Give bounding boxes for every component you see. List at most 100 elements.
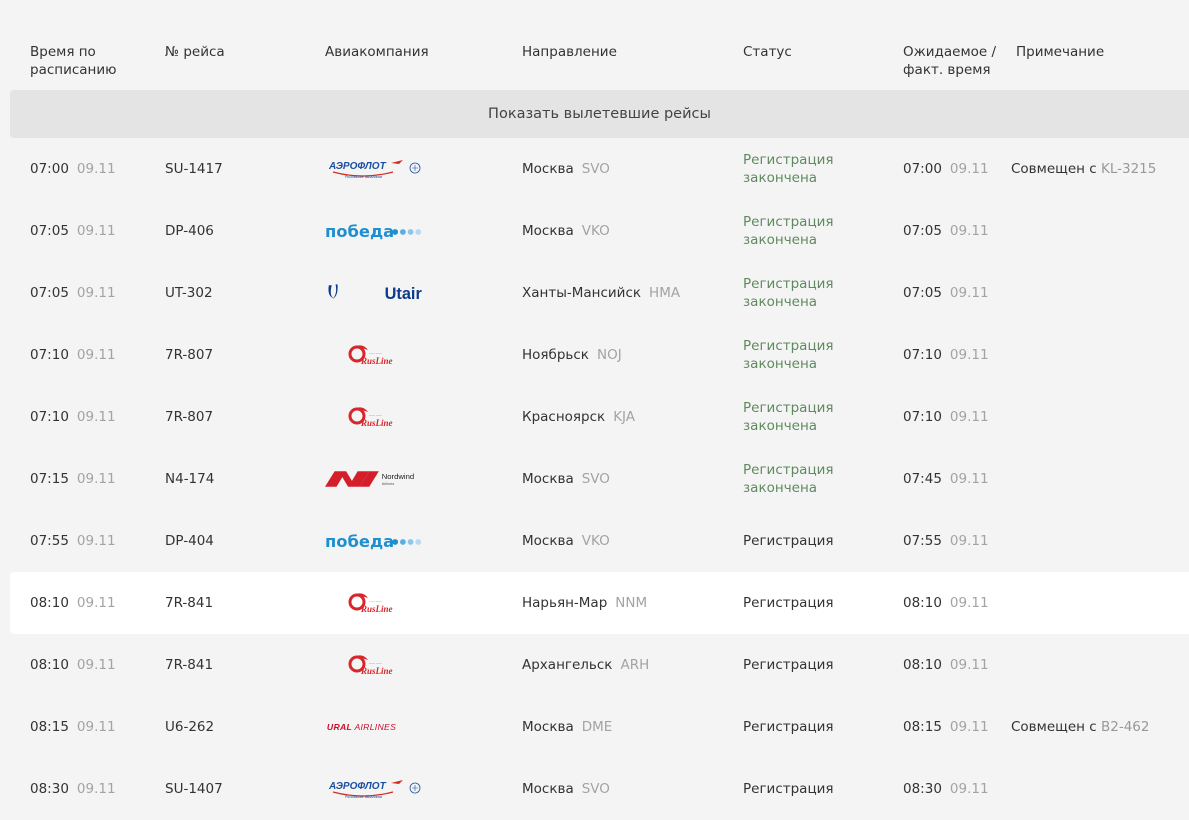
destination-code: NOJ <box>596 347 622 363</box>
flight-number[interactable]: DP-404 <box>165 533 214 549</box>
airline-cell: АЭРОФЛОТ Российские авиалинии <box>325 774 425 804</box>
scheduled-time-value: 07:05 <box>30 223 69 239</box>
destination-code: SVO <box>581 471 610 487</box>
rusline-logo: RusLine —— —— <box>348 593 393 614</box>
flight-note: Совмещен с B2-462 <box>1011 719 1150 735</box>
destination-city: Нарьян-Мар <box>522 595 608 611</box>
flight-number[interactable]: N4-174 <box>165 471 214 487</box>
scheduled-time-value: 08:15 <box>30 719 69 735</box>
flight-number[interactable]: UT-302 <box>165 285 213 301</box>
airline-cell: победа <box>325 216 425 246</box>
flight-row[interactable]: 08:10 09.11 7R-841 RusLine —— —— Нарьян-М… <box>10 572 1189 634</box>
scheduled-date: 09.11 <box>76 595 116 611</box>
destination-city: Москва <box>522 533 574 549</box>
airline-cell: АЭРОФЛОТ Российские авиалинии <box>325 154 425 184</box>
flight-number[interactable]: 7R-807 <box>165 409 213 425</box>
utair-logo: Utair <box>328 284 423 303</box>
airline-logo-slot: RusLine —— —— <box>325 588 425 618</box>
scheduled-date: 09.11 <box>76 781 116 797</box>
destination-code: KJA <box>613 409 636 425</box>
expected-time: 07:10 09.11 <box>903 409 989 425</box>
destination-city: Архангельск <box>522 657 613 673</box>
destination-city: Красноярск <box>522 409 606 425</box>
aeroflot-wordmark: АЭРОФЛОТ <box>328 781 387 792</box>
scheduled-time: 08:10 09.11 <box>30 595 116 611</box>
expected-date: 09.11 <box>949 285 989 301</box>
show-departed-flights-button[interactable]: Показать вылетевшие рейсы <box>10 90 1189 138</box>
scheduled-date: 09.11 <box>76 719 116 735</box>
flight-row[interactable]: 07:00 09.11 SU-1417 АЭРОФЛОТ Российские а… <box>0 138 1189 200</box>
airline-logo-slot: URAL AIRLINES <box>325 712 425 742</box>
flight-row[interactable]: 07:05 09.11 UT-302 Utair Ханты-Мансийск HM… <box>0 262 1189 324</box>
expected-date: 09.11 <box>949 595 989 611</box>
destination: Ханты-Мансийск HMA <box>522 285 680 301</box>
header-scheduled-time: Время по расписанию <box>30 44 117 78</box>
scheduled-time: 08:10 09.11 <box>30 657 116 673</box>
flight-number[interactable]: SU-1407 <box>165 781 223 797</box>
flight-status: Регистрация закончена <box>743 400 834 434</box>
aeroflot-logo: АЭРОФЛОТ Российские авиалинии <box>328 160 421 179</box>
flight-status: Регистрация <box>743 595 834 611</box>
flight-status: Регистрация закончена <box>743 276 834 310</box>
flight-row[interactable]: 08:10 09.11 7R-841 RusLine —— —— Архангел… <box>0 634 1189 696</box>
destination-city: Ноябрьск <box>522 347 589 363</box>
scheduled-time: 07:10 09.11 <box>30 347 116 363</box>
table-header: Время по расписанию № рейса Авиакомпания … <box>0 0 1189 90</box>
expected-date: 09.11 <box>949 409 989 425</box>
aeroflot-subtitle: Российские авиалинии <box>345 175 382 179</box>
header-expected-time: Ожидаемое / факт. время <box>903 44 997 78</box>
uralairlines-logo: URAL AIRLINES <box>327 722 396 732</box>
destination-code: DME <box>581 719 613 735</box>
scheduled-time-value: 07:55 <box>30 533 69 549</box>
flight-number[interactable]: U6-262 <box>165 719 214 735</box>
flight-row[interactable]: 07:55 09.11 DP-404 победа Москва VKO Регис… <box>0 510 1189 572</box>
expected-time: 07:00 09.11 <box>903 161 989 177</box>
flight-number[interactable]: SU-1417 <box>165 161 223 177</box>
utair-wordmark: Utair <box>385 285 423 303</box>
scheduled-time: 07:05 09.11 <box>30 223 116 239</box>
flight-row[interactable]: 07:10 09.11 7R-807 RusLine —— —— Краснояр… <box>0 386 1189 448</box>
codeshare-flight[interactable]: KL-3215 <box>1101 161 1156 177</box>
destination: Москва SVO <box>522 781 610 797</box>
flight-number[interactable]: 7R-841 <box>165 657 213 673</box>
pobeda-wordmark: победа <box>325 532 394 551</box>
destination-city: Москва <box>522 223 574 239</box>
expected-time: 08:10 09.11 <box>903 595 989 611</box>
airline-logo-slot: Nordwind Airlines <box>325 464 425 494</box>
airline-logo-slot: Utair <box>325 278 425 308</box>
header-status: Статус <box>743 44 792 60</box>
scheduled-date: 09.11 <box>76 533 116 549</box>
flight-number[interactable]: 7R-841 <box>165 595 213 611</box>
flight-row[interactable]: 08:30 09.11 SU-1407 АЭРОФЛОТ Российские а… <box>0 758 1189 820</box>
flight-row[interactable]: 07:05 09.11 DP-406 победа Москва VKO Регис… <box>0 200 1189 262</box>
codeshare-flight[interactable]: B2-462 <box>1101 719 1150 735</box>
airline-logo-slot: RusLine —— —— <box>325 650 425 680</box>
destination: Москва VKO <box>522 533 610 549</box>
destination-code: ARH <box>620 657 650 673</box>
flight-status: Регистрация закончена <box>743 152 834 186</box>
airline-cell: RusLine —— —— <box>325 402 425 432</box>
airline-cell: RusLine —— —— <box>325 650 425 680</box>
ural-wordmark: URAL AIRLINES <box>327 722 396 732</box>
svg-text:—— ——: —— —— <box>369 413 382 417</box>
expected-time: 07:05 09.11 <box>903 285 989 301</box>
flight-number[interactable]: DP-406 <box>165 223 214 239</box>
expected-date: 09.11 <box>949 347 989 363</box>
airline-cell: URAL AIRLINES <box>325 712 425 742</box>
flight-row[interactable]: 07:15 09.11 N4-174 Nordwind Airlines Моск… <box>0 448 1189 510</box>
expected-time-value: 07:10 <box>903 347 942 363</box>
expected-time-value: 07:05 <box>903 223 942 239</box>
flight-row[interactable]: 08:15 09.11 U6-262 URAL AIRLINES Москва DM… <box>0 696 1189 758</box>
flight-number[interactable]: 7R-807 <box>165 347 213 363</box>
expected-time-value: 07:05 <box>903 285 942 301</box>
destination: Москва VKO <box>522 223 610 239</box>
flight-row[interactable]: 07:10 09.11 7R-807 RusLine —— —— Ноябрьск… <box>0 324 1189 386</box>
destination: Красноярск KJA <box>522 409 635 425</box>
scheduled-time-value: 07:10 <box>30 409 69 425</box>
destination-city: Москва <box>522 781 574 797</box>
expected-date: 09.11 <box>949 657 989 673</box>
svg-text:—— ——: —— —— <box>369 599 382 603</box>
expected-time-value: 07:10 <box>903 409 942 425</box>
destination-city: Москва <box>522 471 574 487</box>
rusline-wordmark: RusLine <box>360 356 393 366</box>
